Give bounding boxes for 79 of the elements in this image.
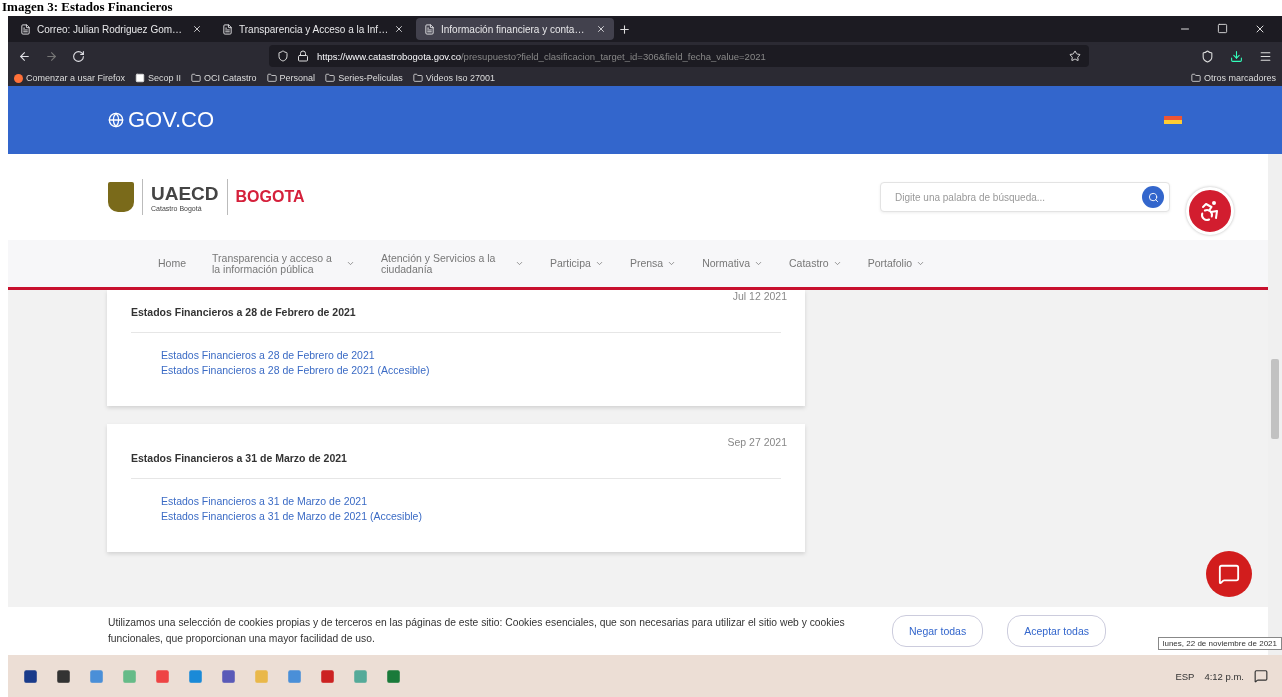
- search-icon: [1147, 191, 1159, 203]
- card-title: Estados Financieros a 28 de Febrero de 2021: [131, 302, 781, 333]
- taskbar-app-icon[interactable]: [319, 668, 335, 684]
- chat-icon: [1218, 563, 1240, 585]
- document-link[interactable]: Estados Financieros a 31 de Marzo de 2021 (Accesible): [161, 510, 781, 522]
- lock-icon: [297, 50, 309, 62]
- folder-icon: [1190, 73, 1201, 83]
- page-icon: [135, 73, 146, 83]
- shield-icon: [277, 50, 289, 62]
- taskbar-app-icon[interactable]: [55, 668, 71, 684]
- caret-icon: [667, 259, 677, 268]
- caret-icon: [346, 259, 355, 268]
- folder-icon: [325, 73, 336, 83]
- taskbar-app-icon[interactable]: [220, 668, 236, 684]
- page-icon: [424, 23, 435, 35]
- menu-item[interactable]: Transparencia y acceso a la información pública: [212, 252, 355, 275]
- menu-item[interactable]: Normativa: [702, 258, 763, 269]
- maximize-icon[interactable]: [1217, 23, 1228, 34]
- bookmark[interactable]: Otros marcadores: [1190, 73, 1276, 83]
- bookmark[interactable]: OCI Catastro: [191, 73, 257, 83]
- menu-item[interactable]: Catastro: [789, 258, 842, 269]
- search-field[interactable]: Digite una palabra de búsqueda...: [880, 182, 1170, 212]
- cookie-text: Utilizamos una selección de cookies propias y de terceros en las páginas de este sitio: Cookies esenciales, que son necesarias para utilizar el sitio web y cookies funcionales, que proporcionan una mayor facilidad de uso.: [108, 616, 846, 646]
- browser-tab[interactable]: Correo: Julian Rodriguez Gom…: [12, 18, 210, 40]
- address-bar[interactable]: https://www.catastrobogota.gov.co/presupuesto?field_clasificacion_target_id=306&field_fecha_value=2021: [269, 45, 1089, 67]
- bookmark[interactable]: Series-Peliculas: [325, 73, 403, 83]
- page-icon: [20, 23, 31, 35]
- card-title: Estados Financieros a 31 de Marzo de 2021: [131, 448, 781, 479]
- browser-tab[interactable]: Información financiera y conta…: [416, 18, 614, 40]
- forward-icon[interactable]: [45, 49, 58, 63]
- reload-icon[interactable]: [72, 49, 85, 63]
- caret-icon: [916, 259, 926, 268]
- bookmark[interactable]: Secop II: [135, 73, 182, 83]
- caret-icon: [594, 259, 604, 268]
- menu-item[interactable]: Atención y Servicios a la ciudadanía: [381, 252, 524, 275]
- card-date: Jul 12 2021: [732, 290, 787, 302]
- clock[interactable]: 4:12 p.m.: [1204, 670, 1244, 682]
- firefox-icon: [14, 73, 23, 83]
- notification-icon[interactable]: [1254, 669, 1268, 683]
- close-icon[interactable]: [192, 24, 202, 34]
- uaecd-logo: UAECD: [151, 182, 219, 205]
- caret-icon: [832, 259, 842, 268]
- globe-icon: [108, 112, 124, 128]
- menu-icon[interactable]: [1259, 49, 1272, 63]
- download-icon[interactable]: [1230, 49, 1243, 63]
- language-indicator[interactable]: ESP: [1175, 670, 1195, 682]
- cookie-button[interactable]: Negar todas: [892, 615, 984, 647]
- gov-logo[interactable]: GOV.CO: [108, 107, 214, 133]
- document-link[interactable]: Estados Financieros a 28 de Febrero de 2021: [161, 349, 781, 361]
- folder-icon: [191, 73, 202, 83]
- new-tab-icon[interactable]: [618, 22, 631, 36]
- menu-item[interactable]: Participa: [550, 258, 604, 269]
- bookmark[interactable]: Videos Iso 27001: [412, 73, 496, 83]
- bookmark[interactable]: Personal: [266, 73, 316, 83]
- caret-icon: [754, 259, 763, 268]
- menu-item[interactable]: Prensa: [629, 258, 677, 269]
- close-icon[interactable]: [1254, 23, 1266, 35]
- cookie-button[interactable]: Aceptar todas: [1007, 615, 1106, 647]
- chat-button[interactable]: [1206, 551, 1252, 597]
- close-icon[interactable]: [596, 24, 606, 34]
- document-link[interactable]: Estados Financieros a 28 de Febrero de 2021 (Accesible): [161, 364, 781, 376]
- taskbar-app-icon[interactable]: [22, 668, 38, 684]
- folder-icon: [266, 73, 277, 83]
- close-icon[interactable]: [394, 24, 404, 34]
- bookmark[interactable]: Comenzar a usar Firefox: [14, 73, 126, 83]
- card-date: Sep 27 2021: [727, 436, 787, 448]
- menu-item[interactable]: Portafolio: [867, 258, 926, 269]
- star-icon[interactable]: [1069, 50, 1081, 62]
- browser-tab[interactable]: Transparencia y Acceso a la Inf…: [214, 18, 412, 40]
- coat-of-arms-icon: [108, 182, 134, 212]
- caret-icon: [515, 259, 524, 268]
- back-icon[interactable]: [18, 49, 31, 63]
- page-icon: [222, 23, 233, 35]
- menu-item[interactable]: Home: [158, 258, 186, 269]
- document-caption: Imagen 3: Estados Financieros: [1, 0, 174, 16]
- document-link[interactable]: Estados Financieros a 31 de Marzo de 2021: [161, 495, 781, 507]
- date-tooltip: lunes, 22 de noviembre de 2021: [1157, 637, 1282, 650]
- folder-icon: [412, 73, 423, 83]
- bogota-logo: BOGOTA: [235, 188, 305, 206]
